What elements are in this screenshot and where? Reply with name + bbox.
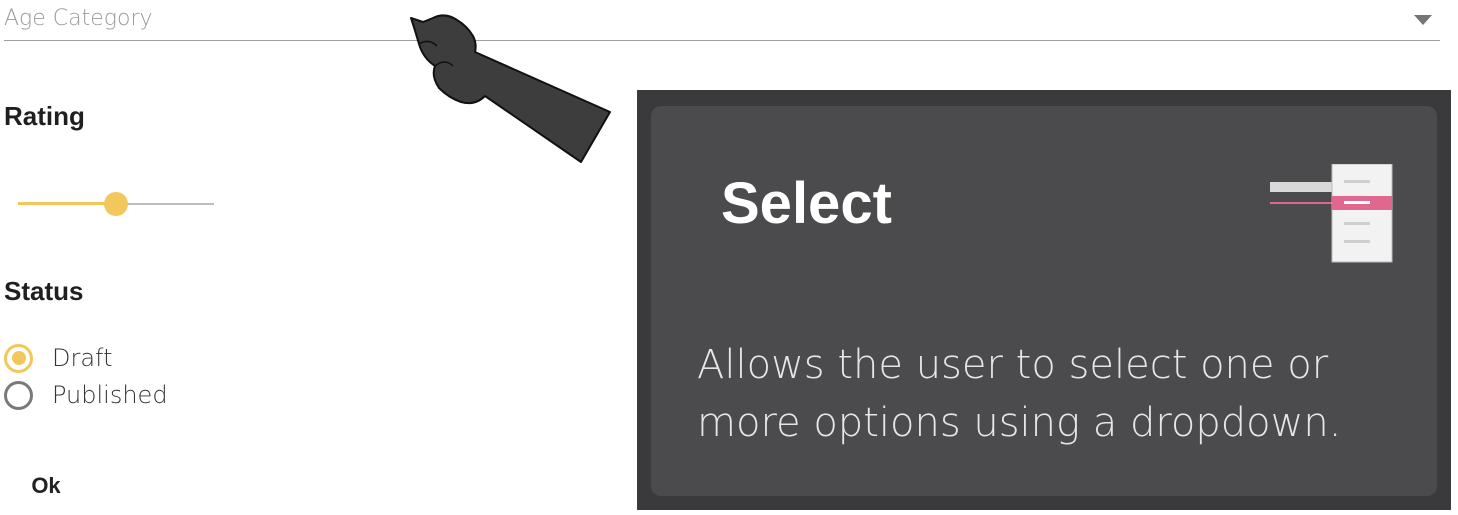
card-description: Allows the user to select one or more op… <box>697 342 1342 446</box>
page: Age Category Rating Status Draft Publish… <box>0 0 1458 515</box>
slider-thumb[interactable] <box>104 192 128 216</box>
ok-button[interactable]: Ok <box>14 466 78 506</box>
radio-draft-label: Draft <box>52 344 113 372</box>
hand-pointer-icon <box>405 10 617 170</box>
radio-dot <box>11 351 26 365</box>
radio-checked-icon <box>4 343 33 373</box>
radio-unchecked-icon <box>4 380 33 410</box>
info-card: Select Allows the user to select one or … <box>651 106 1437 496</box>
radio-published-label: Published <box>52 381 168 409</box>
dropdown-arrow-icon <box>1414 12 1432 30</box>
rating-label: Rating <box>4 101 85 131</box>
status-label: Status <box>4 276 84 306</box>
radio-published[interactable]: Published <box>4 377 168 413</box>
info-panel: Select Allows the user to select one or … <box>637 90 1451 510</box>
age-category-select[interactable]: Age Category <box>4 0 1440 41</box>
card-title: Select <box>721 171 892 236</box>
slider-fill <box>18 202 116 205</box>
select-dropdown-icon <box>1268 163 1394 269</box>
rating-slider[interactable] <box>18 192 214 216</box>
radio-draft[interactable]: Draft <box>4 340 113 376</box>
age-category-placeholder: Age Category <box>4 6 153 31</box>
